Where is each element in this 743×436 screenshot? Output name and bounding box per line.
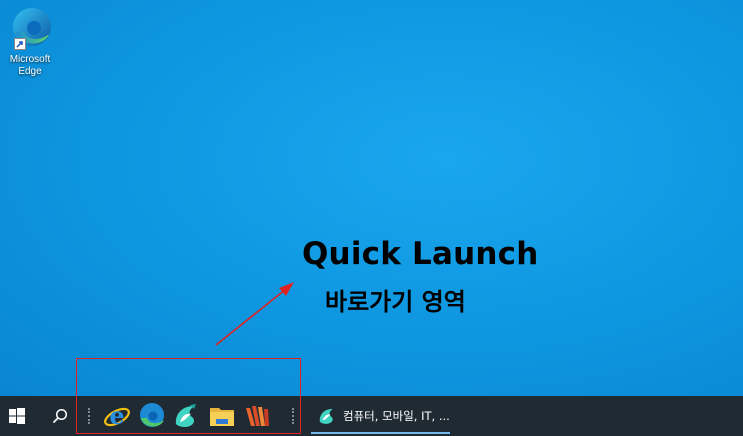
active-window-indicator bbox=[311, 432, 450, 434]
desktop-icon-label: Microsoft Edge bbox=[9, 54, 51, 77]
start-button[interactable] bbox=[0, 396, 34, 436]
annotation-title: Quick Launch bbox=[302, 236, 539, 272]
taskbar-window-whale[interactable]: 컴퓨터, 모바일, IT, ... bbox=[311, 396, 450, 436]
whale-icon bbox=[317, 406, 337, 426]
shortcut-arrow-icon bbox=[14, 38, 26, 50]
taskbar-window-title: 컴퓨터, 모바일, IT, ... bbox=[343, 409, 450, 423]
search-icon bbox=[52, 408, 68, 424]
quick-launch-highlight-box bbox=[76, 358, 301, 434]
desktop: Microsoft Edge Quick Launch 바로가기 영역 bbox=[0, 0, 743, 396]
windows-logo-icon bbox=[9, 408, 25, 424]
annotation-subtitle: 바로가기 영역 bbox=[325, 288, 466, 316]
edge-icon bbox=[8, 6, 52, 50]
search-button[interactable] bbox=[44, 396, 76, 436]
desktop-icon-edge[interactable]: Microsoft Edge bbox=[2, 6, 58, 78]
